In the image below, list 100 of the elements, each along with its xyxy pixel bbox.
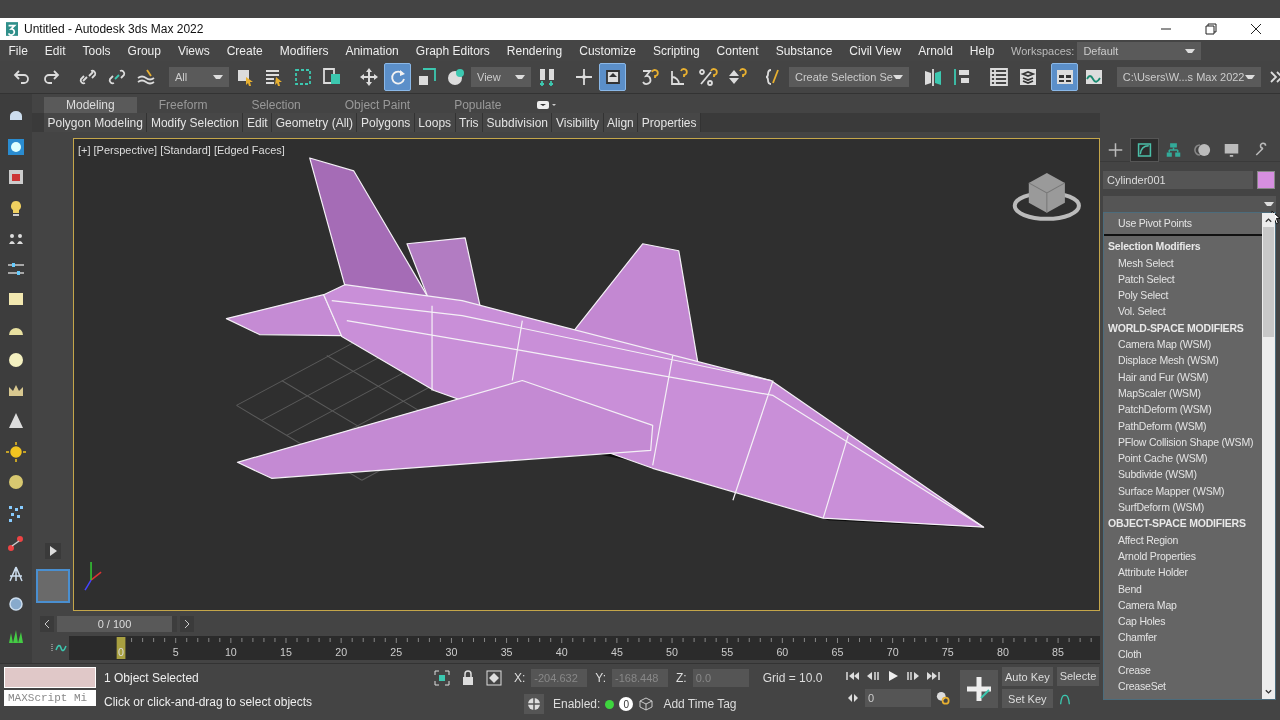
previous-frame-button[interactable] [40, 616, 54, 632]
ribbon-tab[interactable]: Freeform [136, 96, 230, 113]
menu-item[interactable]: File [0, 43, 37, 58]
adaptive-degradation-icon[interactable] [524, 694, 544, 714]
scrollbar-thumb[interactable] [1263, 227, 1274, 337]
cube-icon[interactable] [638, 696, 655, 712]
toolbar-dropdown[interactable]: Create Selection Se [789, 67, 909, 87]
object-name-field[interactable]: Cylinder001 [1103, 171, 1253, 189]
modifier-item[interactable]: Crease [1104, 662, 1262, 679]
frame-icon[interactable] [6, 167, 26, 187]
toolbar-dropdown[interactable]: View [471, 67, 531, 87]
viewport-label[interactable]: [Standard] [160, 144, 211, 156]
ribbon-tab[interactable]: Modeling [44, 96, 137, 113]
modifier-item[interactable]: Point Cache (WSM) [1104, 450, 1262, 467]
modifier-item[interactable]: Patch Select [1104, 270, 1262, 288]
ball-icon[interactable] [6, 472, 26, 492]
rotate-icon[interactable] [384, 63, 411, 91]
play-icon[interactable] [44, 543, 61, 559]
modifier-item[interactable]: Cap Holes [1104, 613, 1262, 630]
menu-item[interactable]: Graph Editors [407, 43, 499, 58]
auto-key-button[interactable]: Auto Key [1002, 667, 1053, 686]
close-icon[interactable] [1250, 23, 1262, 35]
ribbon-tab[interactable]: Object Paint [322, 96, 433, 113]
modify-tab[interactable] [1131, 139, 1158, 161]
modifier-item[interactable]: Chamfer [1104, 629, 1262, 646]
sphere-icon[interactable] [6, 350, 26, 370]
next-key-icon[interactable] [905, 669, 921, 683]
key-filter-dropdown[interactable]: Selecte [1056, 667, 1100, 686]
modifier-item[interactable]: Camera Map [1104, 596, 1262, 614]
ribbon-button[interactable]: Polygon Modeling [44, 113, 148, 132]
menu-item[interactable]: Animation [336, 43, 408, 58]
toolbar-dropdown[interactable]: C:\Users\W...s Max 2022 [1116, 67, 1261, 87]
menu-item[interactable]: Tools [74, 43, 120, 58]
modifier-item[interactable]: Displace Mesh (WSM) [1104, 352, 1262, 369]
time-config-icon[interactable] [935, 691, 951, 705]
cone-icon[interactable] [6, 411, 26, 431]
menu-item[interactable]: Group [119, 43, 170, 58]
menu-item[interactable]: Create [218, 43, 272, 58]
modifier-item[interactable]: SurfDeform (WSM) [1104, 499, 1262, 516]
viewport-layout-button[interactable] [35, 569, 70, 603]
ribbon-button[interactable]: Geometry (All) [272, 113, 358, 132]
workspace-dropdown[interactable]: Default [1077, 41, 1202, 60]
ribbon-tab[interactable]: Selection [229, 96, 323, 113]
viewport[interactable]: [+] [Perspective] [Standard] [Edged Faces] [73, 138, 1100, 611]
timeline-ruler[interactable]: 0 5 10 15 20 25 30 35 40 45 50 55 60 65 70 75 80 85 [69, 636, 1100, 660]
menu-item[interactable]: Content [708, 43, 768, 58]
ribbon-button[interactable]: Subdivision [483, 113, 553, 132]
sun-icon[interactable] [6, 441, 26, 462]
menu-item[interactable]: Rendering [498, 43, 571, 58]
isolate-icon[interactable] [434, 670, 450, 686]
modifier-item[interactable]: Arnold Properties [1104, 547, 1262, 565]
current-frame-field[interactable]: 0 [865, 689, 931, 707]
menu-item[interactable]: Edit [36, 43, 75, 58]
menu-item[interactable]: Views [169, 43, 219, 58]
molecule-icon[interactable] [6, 533, 26, 553]
modifier-item[interactable]: Attribute Holder [1104, 564, 1262, 581]
ribbon-button[interactable]: Loops [414, 113, 456, 132]
modifier-item[interactable]: PFlow Collision Shape (WSM) [1104, 433, 1262, 451]
viewport-icon[interactable] [6, 136, 26, 157]
modifier-item[interactable]: Poly Select [1104, 287, 1262, 304]
toolbar-dropdown[interactable]: All [169, 67, 229, 87]
ribbon-button[interactable]: Align [603, 113, 639, 132]
keyboard-shortcut-icon[interactable] [599, 63, 626, 91]
modifier-item[interactable]: Bend [1104, 580, 1262, 597]
modifier-item[interactable]: Hair and Fur (WSM) [1104, 368, 1262, 385]
ribbon-options-icon[interactable] [535, 99, 558, 110]
view-cube-icon[interactable] [1012, 172, 1081, 221]
viewport-label[interactable]: [+] [78, 144, 91, 156]
restore-icon[interactable] [1205, 23, 1217, 35]
scroll-up-icon[interactable] [1264, 217, 1273, 223]
menu-item[interactable]: Arnold [909, 43, 962, 58]
go-to-end-icon[interactable] [925, 669, 941, 683]
transform-mode-icon[interactable] [486, 670, 502, 686]
modifier-item[interactable]: Subdivide (WSM) [1104, 466, 1262, 483]
modifier-item[interactable]: PatchDeform (WSM) [1104, 401, 1262, 418]
ribbon-button[interactable]: Edit [243, 113, 273, 132]
modifier-item[interactable]: MapScaler (WSM) [1104, 384, 1262, 402]
menu-item[interactable]: Substance [767, 43, 841, 58]
ribbon-button[interactable]: Tris [455, 113, 484, 132]
object-color-swatch[interactable] [1257, 171, 1275, 189]
maxscript-input[interactable]: MAXScript Mi [4, 690, 96, 706]
menu-item[interactable]: Customize [570, 43, 645, 58]
viewport-label[interactable]: [Perspective] [93, 144, 158, 156]
ribbon-toggle-icon[interactable] [1050, 63, 1078, 91]
menu-item[interactable]: Help [961, 43, 1003, 58]
add-time-tag[interactable]: Add Time Tag [663, 697, 737, 711]
modifier-item[interactable]: Affect Region [1104, 531, 1262, 548]
modifier-item[interactable]: PathDeform (WSM) [1104, 417, 1262, 434]
modifier-item[interactable]: Use Pivot Points [1104, 215, 1262, 232]
menu-item[interactable]: Modifiers [271, 43, 337, 58]
enabled-dot[interactable] [605, 699, 615, 709]
scroll-down-icon[interactable] [1264, 689, 1273, 695]
scrollbar[interactable] [1262, 213, 1275, 699]
modifier-item[interactable]: Cloth [1104, 645, 1262, 662]
modifier-item[interactable]: Surface Mapper (WSM) [1104, 482, 1262, 500]
next-frame-button[interactable] [180, 616, 194, 632]
ribbon-button[interactable]: Visibility [552, 113, 604, 132]
set-key-button[interactable] [960, 670, 998, 708]
modifier-item[interactable]: CreaseSet [1104, 678, 1262, 695]
viewport-label[interactable]: [Edged Faces] [213, 144, 285, 156]
